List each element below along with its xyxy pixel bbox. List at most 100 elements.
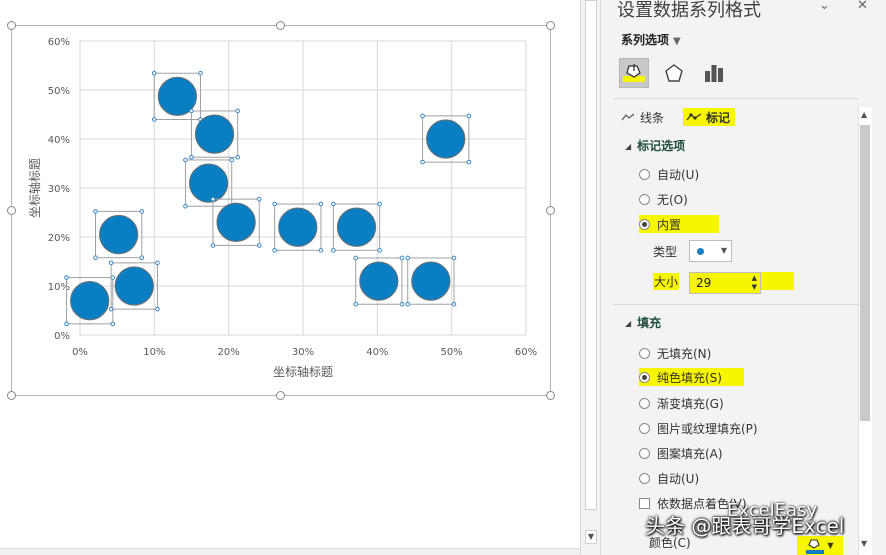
radio-circle-selected xyxy=(639,218,650,230)
data-point xyxy=(336,207,377,247)
sheet-vertical-scrollbar[interactable]: ▼ xyxy=(580,0,600,555)
point-handle xyxy=(155,306,160,312)
point-handle xyxy=(189,154,194,160)
watermark-text: 头条 @跟表哥学Excel xyxy=(645,514,845,538)
point-handle xyxy=(210,243,216,248)
x-tick-label: 40% xyxy=(366,347,388,358)
fill-auto-radio[interactable]: 自动(U) xyxy=(639,469,699,487)
scroll-down-arrow-icon[interactable]: ▼ xyxy=(861,539,867,548)
chart-handle-mr[interactable] xyxy=(546,206,555,215)
data-point xyxy=(194,114,235,154)
chart-handle-ml[interactable] xyxy=(7,206,16,215)
tab-series-options[interactable] xyxy=(699,58,729,88)
point-handle xyxy=(235,108,240,114)
bar-chart-icon xyxy=(705,65,723,82)
scroll-up-arrow-icon[interactable]: ▲ xyxy=(861,110,867,119)
x-tick-label: 0% xyxy=(72,347,88,358)
point-handle xyxy=(420,159,425,165)
format-data-series-pane: 设置数据系列格式 ⌄ ✕ 系列选项 ▼ 线条 标记 ◢ 标记选项 自动(U) 无… xyxy=(600,0,886,555)
line-icon xyxy=(621,113,635,121)
scroll-down-arrow-icon[interactable]: ▼ xyxy=(585,530,597,544)
point-handle xyxy=(183,203,188,209)
point-handle xyxy=(405,255,411,261)
series-options-dropdown[interactable]: 系列选项 ▼ xyxy=(621,31,681,48)
picture-fill-radio[interactable]: 图片或纹理填充(P) xyxy=(639,419,758,437)
solid-fill-radio[interactable]: 纯色填充(S) xyxy=(639,368,744,386)
marker-type-dropdown[interactable]: ▼ xyxy=(689,240,732,262)
subtab-line-label: 线条 xyxy=(640,110,665,125)
data-point xyxy=(114,266,154,306)
marker-size-spinner[interactable]: 29 ▲ ▼ xyxy=(689,272,761,294)
pane-options-chevron-icon[interactable]: ⌄ xyxy=(819,0,830,13)
close-icon[interactable]: ✕ xyxy=(857,0,868,13)
solid-fill-label: 纯色填充(S) xyxy=(657,370,722,385)
point-handle xyxy=(272,248,277,253)
point-handle xyxy=(377,201,382,207)
y-tick-label: 40% xyxy=(48,135,70,146)
point-handle xyxy=(110,321,116,327)
checkbox-box xyxy=(639,497,650,509)
tab-effects[interactable] xyxy=(659,58,689,88)
point-handle xyxy=(151,117,157,122)
marker-options-header[interactable]: ◢ 标记选项 xyxy=(625,137,685,154)
point-handle xyxy=(139,209,145,214)
y-tick-label: 20% xyxy=(48,233,70,244)
no-fill-radio[interactable]: 无填充(N) xyxy=(639,344,711,362)
picture-fill-label: 图片或纹理填充(P) xyxy=(657,421,758,436)
chevron-down-icon: ▼ xyxy=(673,36,681,47)
paint-bucket-icon xyxy=(806,538,825,554)
data-point xyxy=(359,261,399,301)
chevron-down-icon: ▼ xyxy=(720,246,727,255)
pane-scrollbar[interactable]: ▲ ▼ xyxy=(858,107,872,555)
subtab-line[interactable]: 线条 xyxy=(621,108,664,126)
pattern-fill-radio[interactable]: 图案填充(A) xyxy=(639,444,723,462)
subtab-marker-label: 标记 xyxy=(706,110,731,125)
tab-fill-line[interactable] xyxy=(619,58,649,88)
pane-divider xyxy=(613,98,859,99)
marker-auto-radio[interactable]: 自动(U) xyxy=(639,165,699,183)
point-handle xyxy=(256,243,262,248)
pane-title: 设置数据系列格式 xyxy=(617,0,761,21)
subtab-marker[interactable]: 标记 xyxy=(683,108,736,126)
x-tick-label: 60% xyxy=(515,347,537,358)
chart-handle-bl[interactable] xyxy=(7,391,16,400)
point-handle xyxy=(151,70,157,76)
marker-none-radio[interactable]: 无(O) xyxy=(639,190,688,208)
chart-handle-br[interactable] xyxy=(546,391,555,400)
radio-circle xyxy=(639,397,650,409)
chart-handle-tl[interactable] xyxy=(7,21,16,30)
point-handle xyxy=(466,113,472,119)
marker-type-label: 类型 xyxy=(653,245,678,259)
pentagon-icon xyxy=(665,64,683,82)
marker-size-value: 29 xyxy=(696,276,712,290)
chart-area[interactable]: 0% 10% 20% 30% 40% 50% 60% 0% 10% 20% 30% 40% 50% 60%… xyxy=(11,25,551,396)
data-point xyxy=(426,119,466,159)
horizontal-scrollbar[interactable] xyxy=(0,548,580,555)
point-handle xyxy=(198,70,203,76)
marker-builtin-radio[interactable]: 内置 xyxy=(639,215,720,233)
radio-circle xyxy=(639,447,650,459)
marker-size-label: 大小 xyxy=(653,273,680,290)
point-handle xyxy=(399,301,405,307)
gradient-fill-radio[interactable]: 渐变填充(G) xyxy=(639,394,724,412)
sheet-scroll-thumb[interactable] xyxy=(585,0,597,510)
chart-handle-tr[interactable] xyxy=(546,21,555,30)
gradient-fill-label: 渐变填充(G) xyxy=(657,396,724,411)
y-tick-label: 0% xyxy=(54,331,70,342)
fill-header[interactable]: ◢ 填充 xyxy=(625,314,661,331)
chart-handle-bm[interactable] xyxy=(276,391,285,400)
fill-auto-label: 自动(U) xyxy=(657,471,700,486)
pane-scroll-thumb[interactable] xyxy=(860,125,870,421)
circle-marker-icon xyxy=(697,248,704,255)
data-point xyxy=(216,202,256,242)
chart-handle-tm[interactable] xyxy=(276,21,285,30)
point-handle xyxy=(64,321,69,327)
fill-title: 填充 xyxy=(637,316,662,330)
y-tick-label: 50% xyxy=(48,86,70,97)
spin-down-icon[interactable]: ▼ xyxy=(752,283,757,291)
scatter-chart[interactable]: 0% 10% 20% 30% 40% 50% 60%0%10%20%30%40%50%60%… xyxy=(12,26,552,397)
spin-up-icon[interactable]: ▲ xyxy=(752,274,757,282)
point-handle xyxy=(64,275,69,280)
point-handle xyxy=(108,306,114,312)
radio-circle xyxy=(639,472,650,484)
